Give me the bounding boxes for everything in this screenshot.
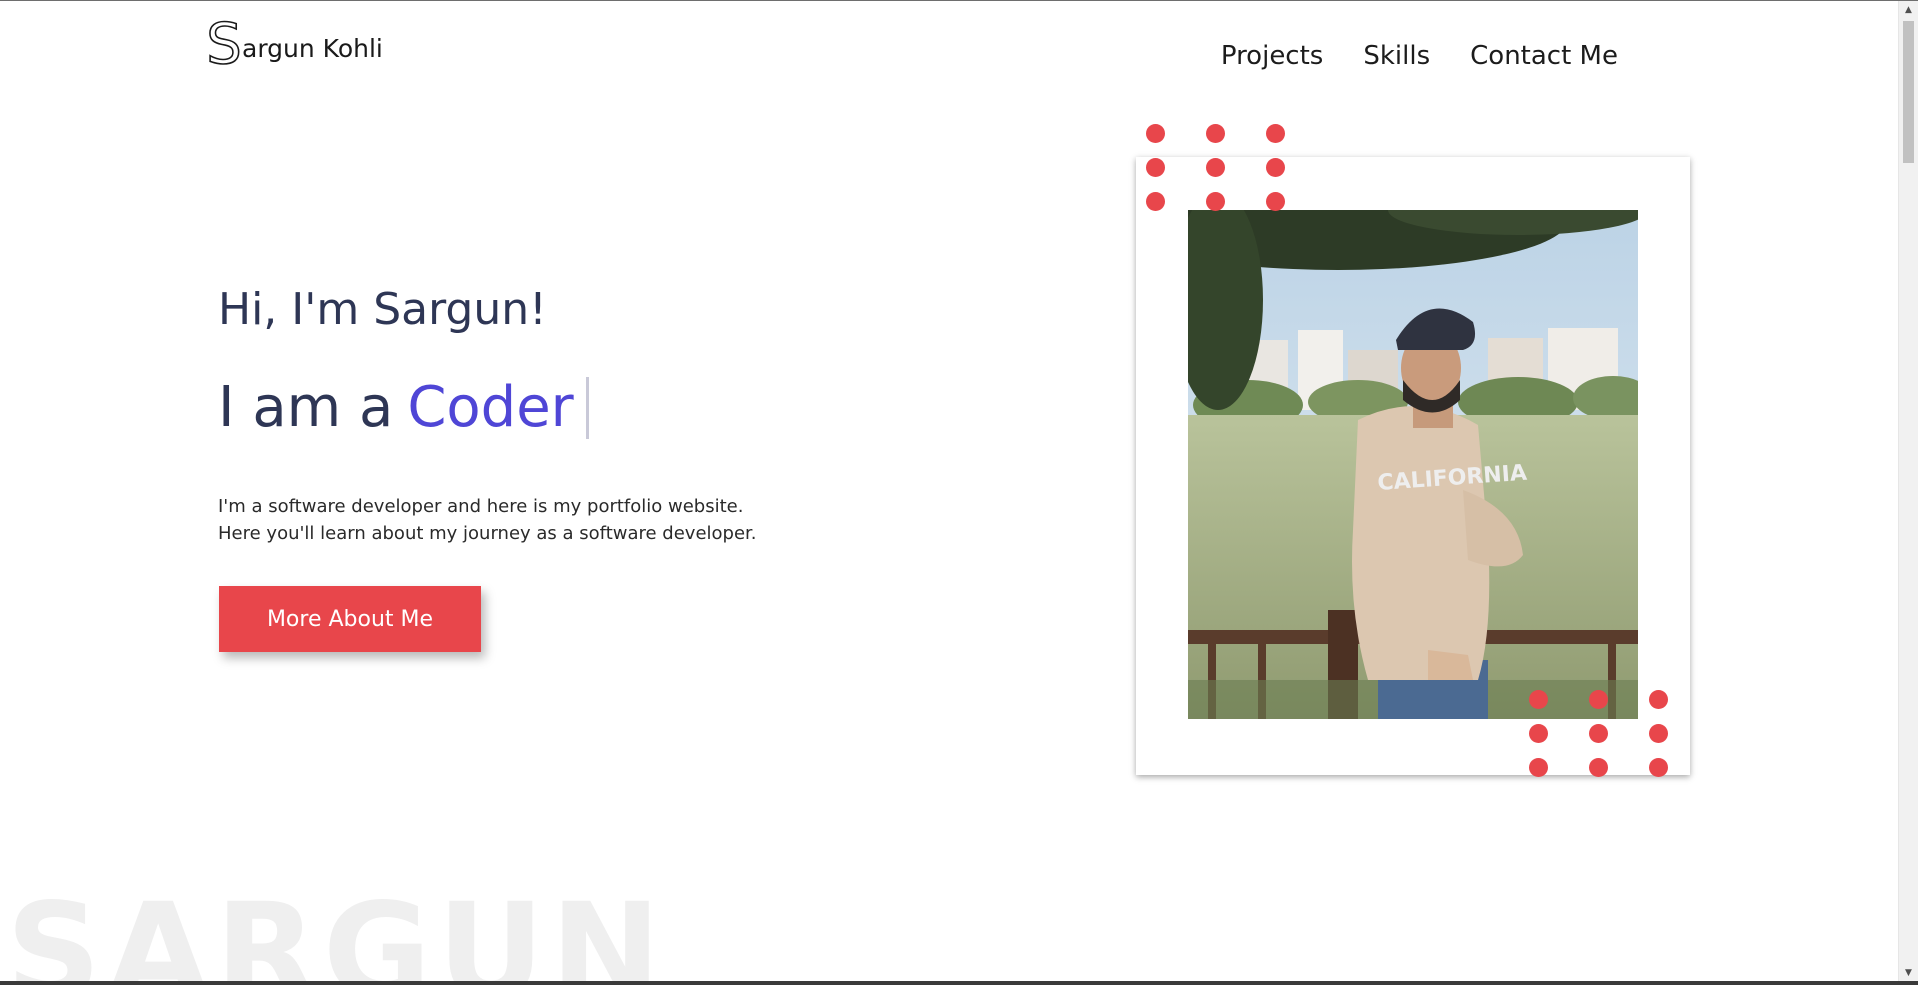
headline-role: Coder	[407, 375, 574, 440]
more-about-me-button[interactable]: More About Me	[219, 586, 481, 652]
outlined-s-logo-icon: S	[205, 17, 242, 69]
window-bottom-border	[0, 981, 1918, 985]
browser-frame: S argun Kohli Projects Skills Contact Me…	[0, 0, 1918, 985]
main-nav: Projects Skills Contact Me	[1221, 39, 1618, 73]
nav-skills[interactable]: Skills	[1363, 39, 1430, 73]
scroll-thumb[interactable]	[1903, 21, 1914, 163]
profile-photo: CALIFORNIA	[1188, 210, 1638, 719]
decorative-dot-grid	[1529, 690, 1668, 777]
hero-headline: I am a Coder	[218, 373, 589, 443]
page-viewport: S argun Kohli Projects Skills Contact Me…	[0, 1, 1898, 981]
photo-illustration: CALIFORNIA	[1188, 210, 1638, 719]
site-logo-link[interactable]: S argun Kohli	[204, 17, 383, 69]
nav-contact-me[interactable]: Contact Me	[1470, 39, 1618, 73]
logo-name: argun Kohli	[242, 34, 383, 63]
vertical-scrollbar[interactable]: ▲ ▼	[1898, 1, 1918, 981]
scroll-up-arrow-icon[interactable]: ▲	[1899, 1, 1918, 18]
logo-letter: S	[206, 17, 242, 69]
bio-line: I'm a software developer and here is my …	[218, 496, 744, 517]
profile-photo-card: CALIFORNIA	[1136, 157, 1690, 775]
headline-prefix: I am a	[218, 375, 394, 440]
hero-bio: I'm a software developer and here is my …	[218, 493, 757, 547]
bio-line: Here you'll learn about my journey as a …	[218, 523, 757, 544]
scroll-down-arrow-icon[interactable]: ▼	[1899, 964, 1918, 981]
background-watermark: SARGUN	[6, 875, 667, 981]
typing-cursor	[585, 377, 589, 439]
nav-projects[interactable]: Projects	[1221, 39, 1324, 73]
hero-greeting: Hi, I'm Sargun!	[218, 284, 547, 335]
decorative-dot-grid	[1146, 124, 1285, 211]
